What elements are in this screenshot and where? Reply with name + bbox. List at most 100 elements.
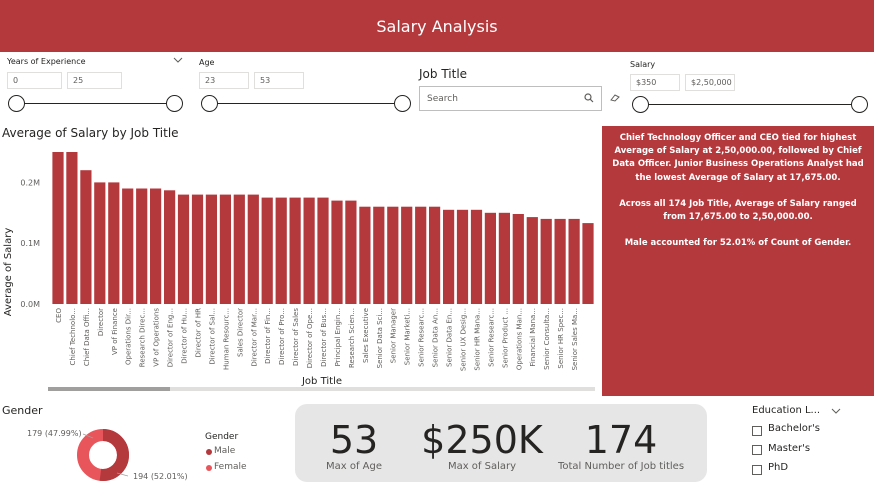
x-tick-label: Financial Mana... [529,308,537,367]
x-tick-label: Senior Researc... [418,308,426,367]
chart-bar[interactable] [52,152,64,304]
education-phd-label[interactable]: PhD [768,462,788,473]
chart-bar[interactable] [289,197,301,304]
chart-bar[interactable] [373,206,385,304]
chart-bar[interactable] [247,194,259,304]
chart-bar[interactable] [512,214,524,304]
age-slicer-label: Age [199,58,215,67]
chart-bar[interactable] [554,218,566,304]
smart-narrative-panel: Chief Technology Officer and CEO tied fo… [602,126,874,396]
x-tick-label: Chief Technolo... [69,308,77,365]
experience-slider-track[interactable] [17,103,175,104]
chart-bar[interactable] [317,197,329,304]
age-slider-max-handle[interactable] [394,95,411,112]
search-icon[interactable] [584,93,594,103]
chevron-down-icon[interactable] [831,407,841,415]
age-slider-min-handle[interactable] [201,95,218,112]
x-tick-label: Director of Mar... [250,308,258,367]
chart-bar[interactable] [164,190,176,304]
x-tick-label: Director of Ope... [306,308,314,368]
salary-slider-min-handle[interactable] [632,96,649,113]
education-masters-checkbox[interactable] [752,445,762,455]
chart-bar[interactable] [456,209,469,304]
age-max-input[interactable]: 53 [254,72,304,89]
x-tick-label: Director of Hu... [181,308,189,364]
y-tick-label: 0.0M [20,300,40,309]
x-tick-label: Senior Product ... [501,308,509,368]
x-tick-label: Sales Executive [362,308,370,363]
age-slider-track[interactable] [209,103,402,104]
x-tick-label: Senior Sales Ma... [571,308,579,370]
chart-scrollbar-thumb[interactable] [48,387,170,391]
eraser-icon[interactable] [610,94,620,102]
chart-bar[interactable] [470,209,483,304]
education-phd-checkbox[interactable] [752,465,762,475]
job-title-search-input[interactable]: Search [419,86,602,111]
chart-bar[interactable] [540,218,552,304]
x-tick-label: Senior Marketi... [404,308,412,365]
chart-bar[interactable] [415,206,427,304]
chart-bar[interactable] [108,182,120,304]
chart-bar[interactable] [136,188,148,305]
page-header: Salary Analysis [0,0,874,52]
x-tick-label: Director of Bus... [320,308,328,367]
x-tick-label: Director of HR [195,308,203,358]
chart-bar[interactable] [66,152,78,304]
salary-slider-track[interactable] [640,104,859,105]
chart-bar[interactable] [401,206,413,304]
experience-max-input[interactable]: 25 [67,72,122,89]
chart-bar[interactable] [191,194,204,304]
x-tick-label: Senior Data Sci... [376,308,384,368]
salary-min-input[interactable]: $350 [630,74,680,91]
salary-by-job-title-chart[interactable]: Average of Salary Job Title 0.0M 0.1M 0.2M… [0,140,600,396]
chart-bar[interactable] [80,170,92,304]
male-data-label: 194 (52.01%) [133,472,188,481]
chart-bar[interactable] [429,206,441,304]
education-bachelors-label[interactable]: Bachelor's [768,423,820,434]
experience-min-input[interactable]: 0 [7,72,62,89]
chart-bar[interactable] [359,206,371,304]
chart-title: Average of Salary by Job Title [2,126,179,140]
chart-bar[interactable] [582,223,594,304]
education-masters-label[interactable]: Master's [768,443,810,454]
insight-paragraph-3: Male accounted for 52.01% of Count of Ge… [624,238,852,249]
chevron-down-icon[interactable] [173,56,183,64]
x-tick-label: Senior Data An... [432,308,440,367]
chart-bar[interactable] [219,194,231,304]
chart-bar[interactable] [177,194,190,304]
x-tick-label: Director of Sal... [208,308,216,365]
chart-bar[interactable] [345,200,357,304]
chart-y-axis-label: Average of Salary [3,228,14,317]
chart-bar[interactable] [205,194,217,304]
education-bachelors-checkbox[interactable] [752,426,762,436]
chart-bar[interactable] [526,217,538,304]
x-tick-label: Senior HR Spec... [557,308,565,369]
experience-slider-min-handle[interactable] [8,95,25,112]
female-data-label: 179 (47.99%) [27,429,82,438]
experience-slider-max-handle[interactable] [166,95,183,112]
age-min-input[interactable]: 23 [199,72,249,89]
x-tick-label: Research Direc... [139,308,147,367]
legend-female-label[interactable]: Female [214,462,247,472]
chart-bar[interactable] [94,182,106,304]
gender-legend-title: Gender [205,432,239,442]
x-tick-label: Operations Man... [515,308,523,370]
chart-bar[interactable] [331,200,343,304]
legend-male-label[interactable]: Male [214,446,235,456]
kpi-job-titles-value: 174 [584,418,658,462]
x-tick-label: VP of Finance [111,308,119,355]
chart-bar[interactable] [275,197,287,304]
chart-bar[interactable] [387,206,399,304]
salary-max-input[interactable]: $2,50,000 [685,74,735,91]
chart-bar[interactable] [150,188,162,305]
chart-bar[interactable] [443,209,455,304]
x-tick-label: Research Scien... [348,308,356,368]
chart-bar[interactable] [484,212,496,304]
salary-slider-max-handle[interactable] [851,96,868,113]
chart-bar[interactable] [233,194,245,304]
chart-bar[interactable] [498,212,510,304]
chart-bar[interactable] [568,218,580,304]
chart-bar[interactable] [303,197,315,304]
chart-bar[interactable] [261,197,273,304]
chart-bar[interactable] [122,188,134,305]
